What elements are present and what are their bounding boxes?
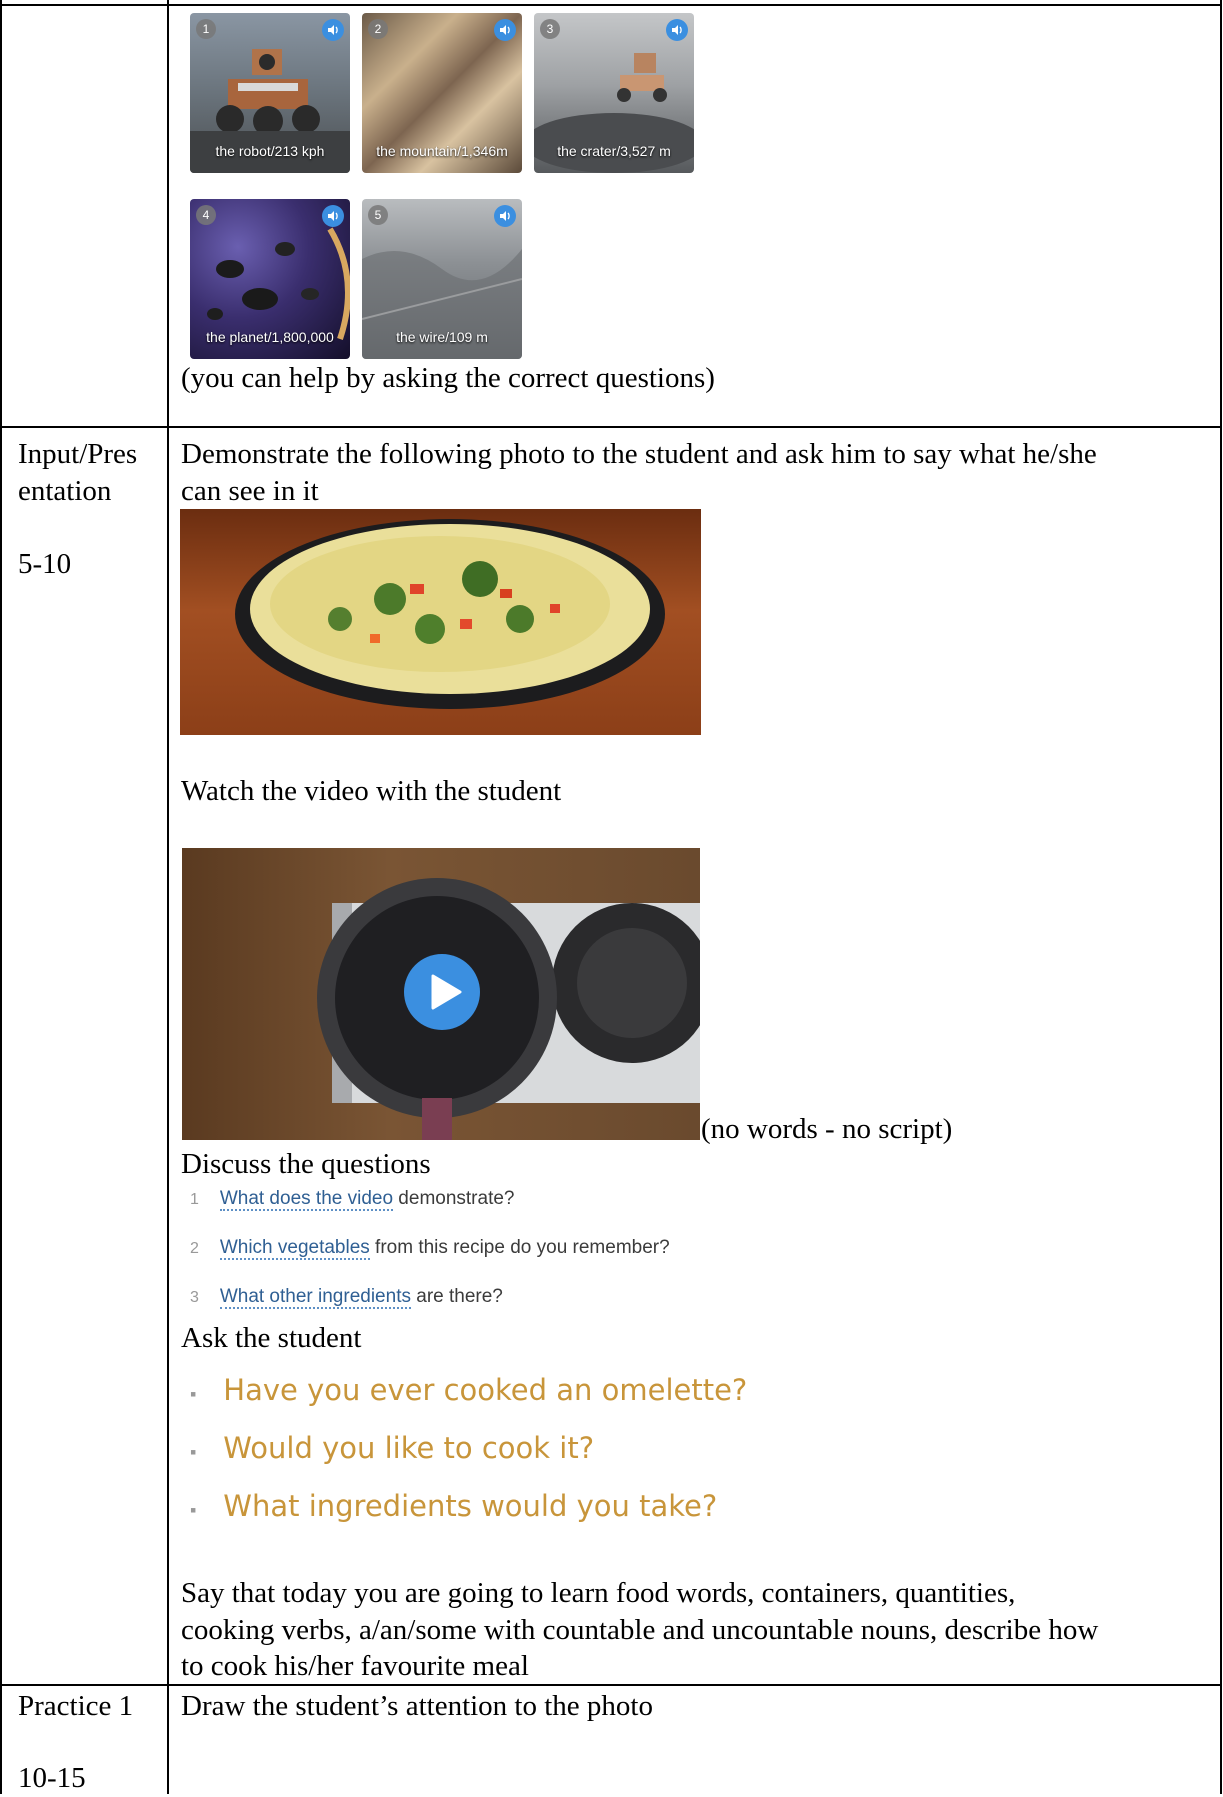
tile-caption: the robot/213 kph [215, 143, 325, 159]
ask-item: ▪ Have you ever cooked an omelette? [190, 1373, 747, 1407]
question-number: 1 [190, 1191, 199, 1208]
lesson-goal-text: Say that today you are going to learn fo… [181, 1577, 1016, 1609]
tile-number: 4 [196, 205, 216, 225]
watch-instruction: Watch the video with the student [181, 775, 562, 807]
speaker-icon[interactable] [666, 19, 688, 41]
tile-number: 3 [540, 19, 560, 39]
tile-number: 2 [368, 19, 388, 39]
ask-item: ▪ Would you like to cook it? [190, 1431, 594, 1465]
tile-caption: the mountain/1,346m [376, 143, 508, 159]
stage-time: 10-15 [18, 1762, 86, 1794]
ask-item: ▪ What ingredients would you take? [190, 1489, 717, 1523]
table-top-border [0, 4, 1222, 6]
speaker-icon[interactable] [494, 19, 516, 41]
bullet-icon: ▪ [190, 1500, 197, 1520]
tile-robot[interactable]: 1 the robot/213 kph [190, 13, 350, 173]
tile-number: 1 [196, 19, 216, 39]
stage-label-continued: entation [18, 475, 112, 507]
question-number: 2 [190, 1240, 199, 1257]
question-link[interactable]: What other ingredients [219, 1286, 411, 1309]
lesson-goal-text-continued: cooking verbs, a/an/some with countable … [181, 1614, 1099, 1646]
question-item: 3 What other ingredients are there? [190, 1286, 503, 1309]
bullet-icon: ▪ [190, 1442, 197, 1462]
play-button[interactable] [404, 954, 480, 1030]
ask-heading: Ask the student [181, 1322, 362, 1354]
play-icon [431, 974, 462, 1010]
helper-note: (you can help by asking the correct ques… [181, 362, 715, 394]
question-text: from this recipe do you remember? [369, 1237, 670, 1258]
question-text: demonstrate? [393, 1188, 515, 1209]
ask-text: Have you ever cooked an omelette? [223, 1373, 748, 1407]
instruction-text: Demonstrate the following photo to the s… [181, 438, 1097, 470]
speaker-icon[interactable] [322, 205, 344, 227]
instruction-text: Draw the student’s attention to the phot… [181, 1690, 653, 1722]
discuss-heading: Discuss the questions [181, 1148, 431, 1180]
lesson-plan-table: 1 the robot/213 kph 2 the mountain/1,346… [0, 0, 1223, 1794]
question-item: 2 Which vegetables from this recipe do y… [190, 1237, 670, 1260]
table-right-border [1220, 0, 1222, 1794]
stage-label: Input/Pres [18, 438, 138, 470]
question-text: are there? [410, 1286, 503, 1307]
stage-label: Practice 1 [18, 1690, 134, 1722]
row-divider-1 [0, 426, 1222, 428]
tile-number: 5 [368, 205, 388, 225]
video-note: (no words - no script) [701, 1113, 953, 1145]
instruction-text-continued: can see in it [181, 475, 319, 507]
tile-caption: the planet/1,800,000 [206, 329, 334, 345]
bullet-icon: ▪ [190, 1384, 197, 1404]
question-link[interactable]: What does the video [219, 1188, 394, 1211]
tile-caption: the wire/109 m [396, 329, 488, 345]
speaker-icon[interactable] [494, 205, 516, 227]
tile-crater[interactable]: 3 the crater/3,527 m [534, 13, 694, 173]
tile-caption: the crater/3,527 m [557, 143, 671, 159]
ask-text: What ingredients would you take? [223, 1489, 718, 1523]
question-number: 3 [190, 1289, 199, 1306]
question-link[interactable]: Which vegetables [219, 1237, 370, 1260]
question-item: 1 What does the video demonstrate? [190, 1188, 515, 1211]
speaker-icon[interactable] [322, 19, 344, 41]
table-column-divider [167, 0, 169, 1794]
tile-mountain[interactable]: 2 the mountain/1,346m [362, 13, 522, 173]
lesson-goal-text-end: to cook his/her favourite meal [181, 1650, 529, 1682]
video-player[interactable] [182, 848, 700, 1140]
stage-time: 5-10 [18, 548, 72, 580]
ask-text: Would you like to cook it? [223, 1431, 595, 1465]
omelette-photo [180, 509, 701, 735]
tile-planet[interactable]: 4 the planet/1,800,000 [190, 199, 350, 359]
table-left-border [0, 0, 2, 1794]
tile-wire[interactable]: 5 the wire/109 m [362, 199, 522, 359]
